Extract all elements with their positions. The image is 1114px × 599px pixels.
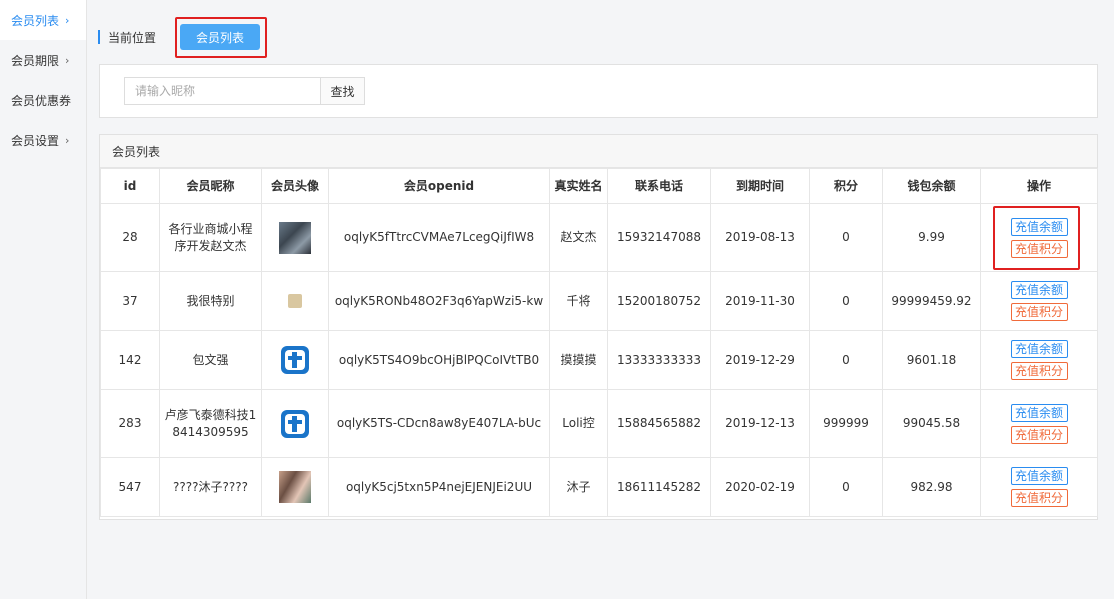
cell-balance: 99999459.92 [882,271,981,331]
recharge-balance-button[interactable]: 充值余额 [1010,403,1068,422]
cell-nickname: 卢彦飞泰德科技18414309595 [159,389,262,458]
t-logo-icon [281,409,309,438]
cell-openid: oqlyK5TS-CDcn8aw8yE407LA-bUc [328,389,550,458]
cell-realname: 沐子 [549,457,608,517]
cell-id: 37 [100,271,160,331]
sidebar-item-member-term[interactable]: 会员期限 › [0,40,86,80]
table-header-row: id 会员昵称 会员头像 会员openid 真实姓名 联系电话 到期时间 积分 … [100,168,1098,204]
avatar [279,221,311,254]
sidebar-item-label: 会员优惠券 [11,93,72,108]
recharge-points-button[interactable]: 充值积分 [1010,489,1068,507]
cell-balance: 982.98 [882,457,981,517]
cell-points: 0 [809,203,883,272]
main-content: 当前位置 会员列表 查找 会员列表 id 会员昵称 会员头像 会员openid … [88,0,1114,599]
cell-realname: 千将 [549,271,608,331]
cell-balance: 9.99 [882,203,981,272]
sidebar-item-member-settings[interactable]: 会员设置 › [0,120,86,160]
cell-realname: 赵文杰 [549,203,608,272]
column-header: id [100,168,160,204]
cell-openid: oqlyK5TS4O9bcOHjBlPQCoIVtTB0 [328,330,550,390]
cell-nickname: 我很特别 [159,271,262,331]
avatar [279,407,311,440]
chevron-right-icon: › [65,53,70,67]
column-header: 真实姓名 [549,168,608,204]
cell-balance: 9601.18 [882,330,981,390]
chevron-right-icon: › [65,13,70,27]
cell-points: 0 [809,330,883,390]
sidebar-item-label: 会员设置 [11,133,60,148]
recharge-balance-button[interactable]: 充值余额 [1010,217,1068,236]
cell-phone: 18611145282 [607,457,711,517]
cell-nickname: ????沐子???? [159,457,262,517]
cell-id: 28 [100,203,160,272]
sidebar-item-member-coupon[interactable]: 会员优惠券 [0,80,86,120]
recharge-points-button[interactable]: 充值积分 [1010,425,1068,444]
cell-phone: 13333333333 [607,330,711,390]
recharge-balance-button[interactable]: 充值余额 [1010,340,1068,358]
cell-nickname: 各行业商城小程序开发赵文杰 [159,203,262,272]
cell-openid: oqlyK5RONb48O2F3q6YapWzi5-kw [328,271,550,331]
sidebar-item-member-list[interactable]: 会员列表 › [0,0,86,40]
cell-expire: 2019-12-29 [710,330,810,390]
avatar [288,294,302,308]
search-panel: 查找 [99,64,1098,118]
sidebar-item-label: 会员期限 [11,53,60,68]
cell-expire: 2020-02-19 [710,457,810,517]
cell-expire: 2019-12-13 [710,389,810,458]
cell-realname: Loli控 [549,389,608,458]
column-header: 联系电话 [607,168,711,204]
column-header: 会员头像 [261,168,329,204]
recharge-balance-button[interactable]: 充值余额 [1010,467,1068,485]
table-row: 283 卢彦飞泰德科技18414309595 oqlyK5TS-CDcn8aw8… [100,389,1098,458]
cell-id: 547 [100,457,160,517]
recharge-points-button[interactable]: 充值积分 [1010,239,1068,258]
column-header: 会员昵称 [159,168,262,204]
search-input[interactable] [124,77,320,105]
sidebar: 会员列表 › 会员期限 › 会员优惠券 会员设置 › [0,0,87,599]
sidebar-item-label: 会员列表 [11,13,60,28]
cell-openid: oqlyK5fTtrcCVMAe7LcegQiJfIW8 [328,203,550,272]
breadcrumb-bar [98,30,100,44]
recharge-points-button[interactable]: 充值积分 [1010,362,1068,380]
cell-points: 0 [809,457,883,517]
highlight-box [175,17,267,58]
cell-id: 283 [100,389,160,458]
breadcrumb: 当前位置 会员列表 [98,17,267,58]
cell-expire: 2019-08-13 [710,203,810,272]
recharge-balance-button[interactable]: 充值余额 [1010,281,1068,299]
column-header: 积分 [809,168,883,204]
cell-points: 999999 [809,389,883,458]
cell-realname: 摸摸摸 [549,330,608,390]
cell-points: 0 [809,271,883,331]
cell-expire: 2019-11-30 [710,271,810,331]
cell-phone: 15200180752 [607,271,711,331]
column-header: 钱包余额 [882,168,981,204]
avatar [279,344,311,376]
table-row: 28 各行业商城小程序开发赵文杰 oqlyK5fTtrcCVMAe7LcegQi… [100,203,1098,272]
table-row: 547 ????沐子???? oqlyK5cj5txn5P4nejEJENJEi… [100,457,1098,517]
cell-id: 142 [100,330,160,390]
recharge-points-button[interactable]: 充值积分 [1010,303,1068,321]
cell-phone: 15932147088 [607,203,711,272]
cell-phone: 15884565882 [607,389,711,458]
cell-nickname: 包文强 [159,330,262,390]
column-header: 会员openid [328,168,550,204]
cell-balance: 99045.58 [882,389,981,458]
breadcrumb-label: 当前位置 [108,30,157,45]
chevron-right-icon: › [65,133,70,147]
panel-title: 会员列表 [100,135,1097,168]
member-list-panel: 会员列表 id 会员昵称 会员头像 会员openid 真实姓名 联系电话 到期时… [99,134,1098,520]
table-row: 142 包文强 oqlyK5TS4O9bcOHjBlPQCoIVtTB0 摸摸摸… [100,330,1098,390]
avatar [279,471,311,503]
cell-openid: oqlyK5cj5txn5P4nejEJENJEi2UU [328,457,550,517]
t-logo-icon [281,346,309,374]
column-header: 到期时间 [710,168,810,204]
table-row: 37 我很特别 oqlyK5RONb48O2F3q6YapWzi5-kw 千将 … [100,271,1098,331]
column-header: 操作 [980,168,1098,204]
member-table: id 会员昵称 会员头像 会员openid 真实姓名 联系电话 到期时间 积分 … [100,168,1098,517]
search-button[interactable]: 查找 [320,77,365,105]
